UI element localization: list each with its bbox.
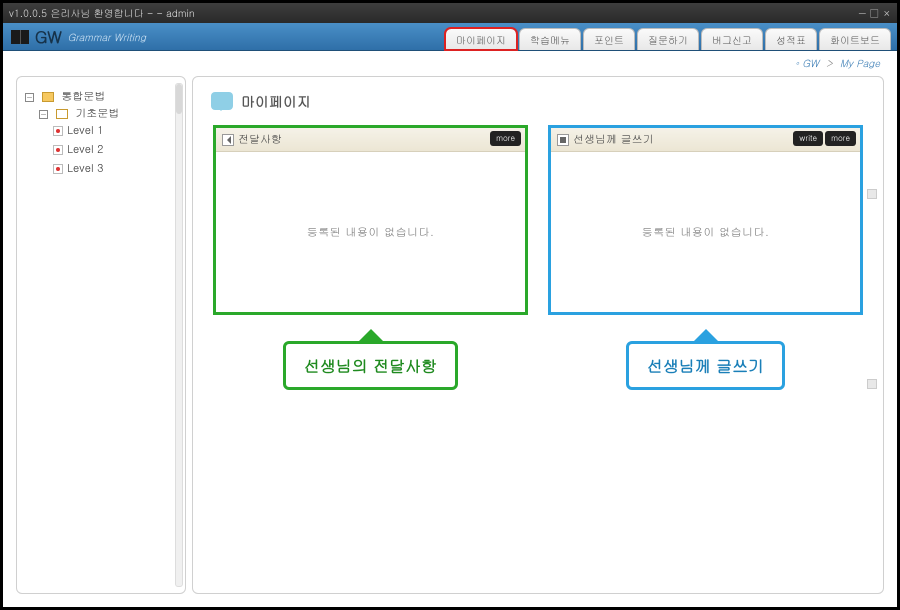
breadcrumb: ◦ GW > My Page — [6, 54, 894, 72]
breadcrumb-leaf: My Page — [840, 56, 880, 70]
panels: 전달사항 more 등록된 내용이 없습니다. 선생님의 전달사항 — [213, 125, 863, 390]
panel-write-body: 등록된 내용이 없습니다. — [551, 152, 860, 312]
nav-tree: − 통합문법 − 기초문법 Level 1 Level 2 Level 3 — [25, 87, 177, 182]
sidebar-scroll-thumb[interactable] — [176, 84, 182, 114]
breadcrumb-sep: > — [826, 56, 832, 70]
callout-write: 선생님께 글쓰기 — [626, 341, 785, 390]
tree-leaf-label[interactable]: Level 2 — [67, 142, 103, 157]
leaf-icon — [53, 126, 63, 136]
tree-group-label[interactable]: 기초문법 — [75, 106, 119, 121]
scroll-mark-icon[interactable] — [867, 379, 877, 389]
page-title-row: 마이페이지 — [211, 91, 865, 111]
panel-notices-box: 전달사항 more 등록된 내용이 없습니다. — [213, 125, 528, 315]
tree-root-label[interactable]: 통합문법 — [61, 89, 105, 104]
tab-6[interactable]: 화이트보드 — [819, 28, 891, 50]
folder-open-icon — [56, 109, 68, 119]
tree-leaf[interactable]: Level 2 — [53, 140, 177, 159]
panel-write-box: 선생님께 글쓰기 write more 등록된 내용이 없습니다. — [548, 125, 863, 315]
right-scroll-marks — [867, 189, 877, 389]
panel-notices: 전달사항 more 등록된 내용이 없습니다. 선생님의 전달사항 — [213, 125, 528, 390]
panel-write: 선생님께 글쓰기 write more 등록된 내용이 없습니다. 선생님께 글… — [548, 125, 863, 390]
content-area: ◦ GW > My Page − 통합문법 − 기초문법 — [6, 54, 894, 604]
main-panel: 마이페이지 전달사항 more 등록된 내용이 없습니 — [192, 76, 884, 594]
panel-notices-body: 등록된 내용이 없습니다. — [216, 152, 525, 312]
scroll-mark-icon[interactable] — [867, 189, 877, 199]
panel-notices-header: 전달사항 more — [216, 128, 525, 152]
callout-notices: 선생님의 전달사항 — [283, 341, 458, 390]
tab-3[interactable]: 질문하기 — [637, 28, 699, 50]
more-button[interactable]: more — [825, 131, 856, 146]
panel-write-buttons: write more — [793, 131, 856, 146]
tree-group[interactable]: − 기초문법 Level 1 Level 2 Level 3 — [39, 104, 177, 180]
tree-leaf[interactable]: Level 3 — [53, 159, 177, 178]
play-icon — [222, 134, 234, 146]
panel-notices-buttons: more — [490, 131, 521, 146]
panel-notices-title: 전달사항 — [238, 132, 282, 147]
page-title: 마이페이지 — [241, 91, 311, 111]
window-controls: ― □ × — [859, 6, 891, 20]
tree-leaf-label[interactable]: Level 1 — [67, 123, 103, 138]
collapse-icon[interactable]: − — [25, 93, 34, 102]
panel-write-header: 선생님께 글쓰기 write more — [551, 128, 860, 152]
tree-root[interactable]: − 통합문법 − 기초문법 Level 1 Level 2 Level 3 — [25, 87, 177, 182]
tab-5[interactable]: 성적표 — [765, 28, 817, 50]
bubble-icon — [211, 92, 233, 110]
tree-leaf[interactable]: Level 1 — [53, 121, 177, 140]
brand-name: GW — [35, 25, 62, 48]
book-icon — [11, 30, 29, 44]
tab-4[interactable]: 버그신고 — [701, 28, 763, 50]
brand-subtitle: Grammar Writing — [68, 30, 146, 44]
write-button[interactable]: write — [793, 131, 823, 146]
callout-arrow — [692, 315, 720, 343]
more-button[interactable]: more — [490, 131, 521, 146]
panel-write-empty: 등록된 내용이 없습니다. — [642, 225, 770, 240]
panel-notices-empty: 등록된 내용이 없습니다. — [307, 225, 435, 240]
tab-2[interactable]: 포인트 — [583, 28, 635, 50]
leaf-icon — [53, 164, 63, 174]
tree-leaf-label[interactable]: Level 3 — [67, 161, 103, 176]
top-menu-bar: GW Grammar Writing 마이페이지학습메뉴포인트질문하기버그신고성… — [3, 23, 897, 51]
sidebar-scrollbar[interactable] — [175, 83, 183, 587]
tab-1[interactable]: 학습메뉴 — [519, 28, 581, 50]
close-button[interactable]: × — [883, 6, 891, 20]
breadcrumb-root[interactable]: GW — [802, 56, 819, 70]
square-icon — [557, 134, 569, 146]
maximize-button[interactable]: □ — [870, 6, 879, 20]
window-title: v1.0.0.5 은리사님 환영합니다 - - admin — [9, 6, 195, 20]
top-tabs: 마이페이지학습메뉴포인트질문하기버그신고성적표화이트보드 — [445, 28, 891, 50]
panel-write-title: 선생님께 글쓰기 — [573, 132, 654, 147]
body-grid: − 통합문법 − 기초문법 Level 1 Level 2 Level 3 — [6, 72, 894, 604]
window-titlebar: v1.0.0.5 은리사님 환영합니다 - - admin ― □ × — [3, 3, 897, 23]
minimize-button[interactable]: ― — [859, 6, 866, 20]
sidebar: − 통합문법 − 기초문법 Level 1 Level 2 Level 3 — [16, 76, 186, 594]
collapse-icon[interactable]: − — [39, 110, 48, 119]
leaf-icon — [53, 145, 63, 155]
brand: GW Grammar Writing — [11, 25, 146, 48]
callout-arrow — [357, 315, 385, 343]
tab-0[interactable]: 마이페이지 — [445, 28, 517, 50]
folder-icon — [42, 92, 54, 102]
